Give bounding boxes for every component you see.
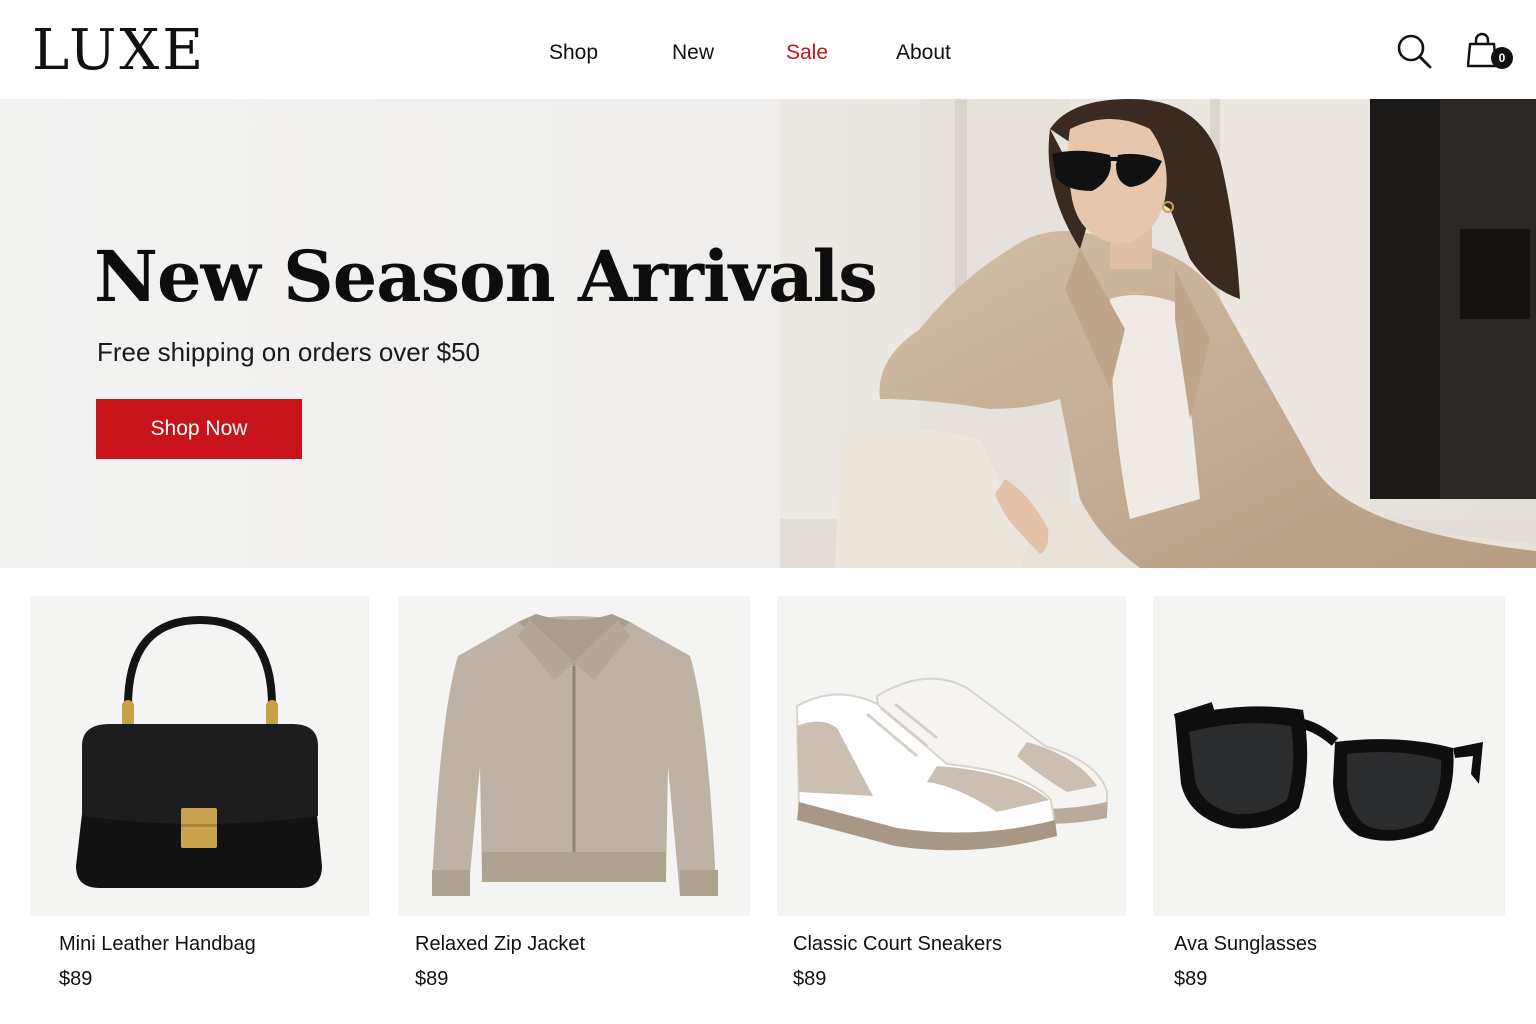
main-nav: Shop New Sale About xyxy=(0,38,1536,68)
product-image-jacket[interactable] xyxy=(398,596,750,916)
product-image-sneakers[interactable] xyxy=(777,596,1126,916)
product-name[interactable]: Mini Leather Handbag xyxy=(59,931,256,957)
cart-count-badge: 0 xyxy=(1491,47,1513,69)
search-button[interactable] xyxy=(1392,28,1436,72)
jacket-image xyxy=(432,614,718,896)
product-price: $89 xyxy=(1174,968,1208,990)
hero-title: New Season Arrivals xyxy=(94,235,878,318)
shop-now-button[interactable]: Shop Now xyxy=(96,399,302,459)
product-image-sunglasses[interactable] xyxy=(1153,596,1505,916)
nav-link-about[interactable]: About xyxy=(896,38,951,68)
nav-link-sale[interactable]: Sale xyxy=(786,38,828,68)
hero-model-image xyxy=(780,99,1536,568)
product-name[interactable]: Classic Court Sneakers xyxy=(793,931,1002,957)
handbag-image xyxy=(76,615,322,888)
product-image-handbag[interactable] xyxy=(30,596,369,916)
product-price: $89 xyxy=(59,968,93,990)
search-icon xyxy=(1397,34,1432,69)
sunglasses-image xyxy=(1173,702,1483,841)
site-header: LUXE Shop New Sale About 0 xyxy=(0,0,1536,99)
hero-subtitle: Free shipping on orders over $50 xyxy=(97,337,481,367)
product-price: $89 xyxy=(793,968,827,990)
sneakers-image xyxy=(795,677,1108,851)
nav-link-new[interactable]: New xyxy=(672,38,714,68)
cart-button[interactable]: 0 xyxy=(1462,28,1513,72)
hero-banner: New Season Arrivals Free shipping on ord… xyxy=(0,99,1536,568)
nav-link-shop[interactable]: Shop xyxy=(549,38,598,68)
product-name[interactable]: Relaxed Zip Jacket xyxy=(415,931,585,957)
product-name[interactable]: Ava Sunglasses xyxy=(1174,931,1317,957)
product-price: $89 xyxy=(415,968,449,990)
